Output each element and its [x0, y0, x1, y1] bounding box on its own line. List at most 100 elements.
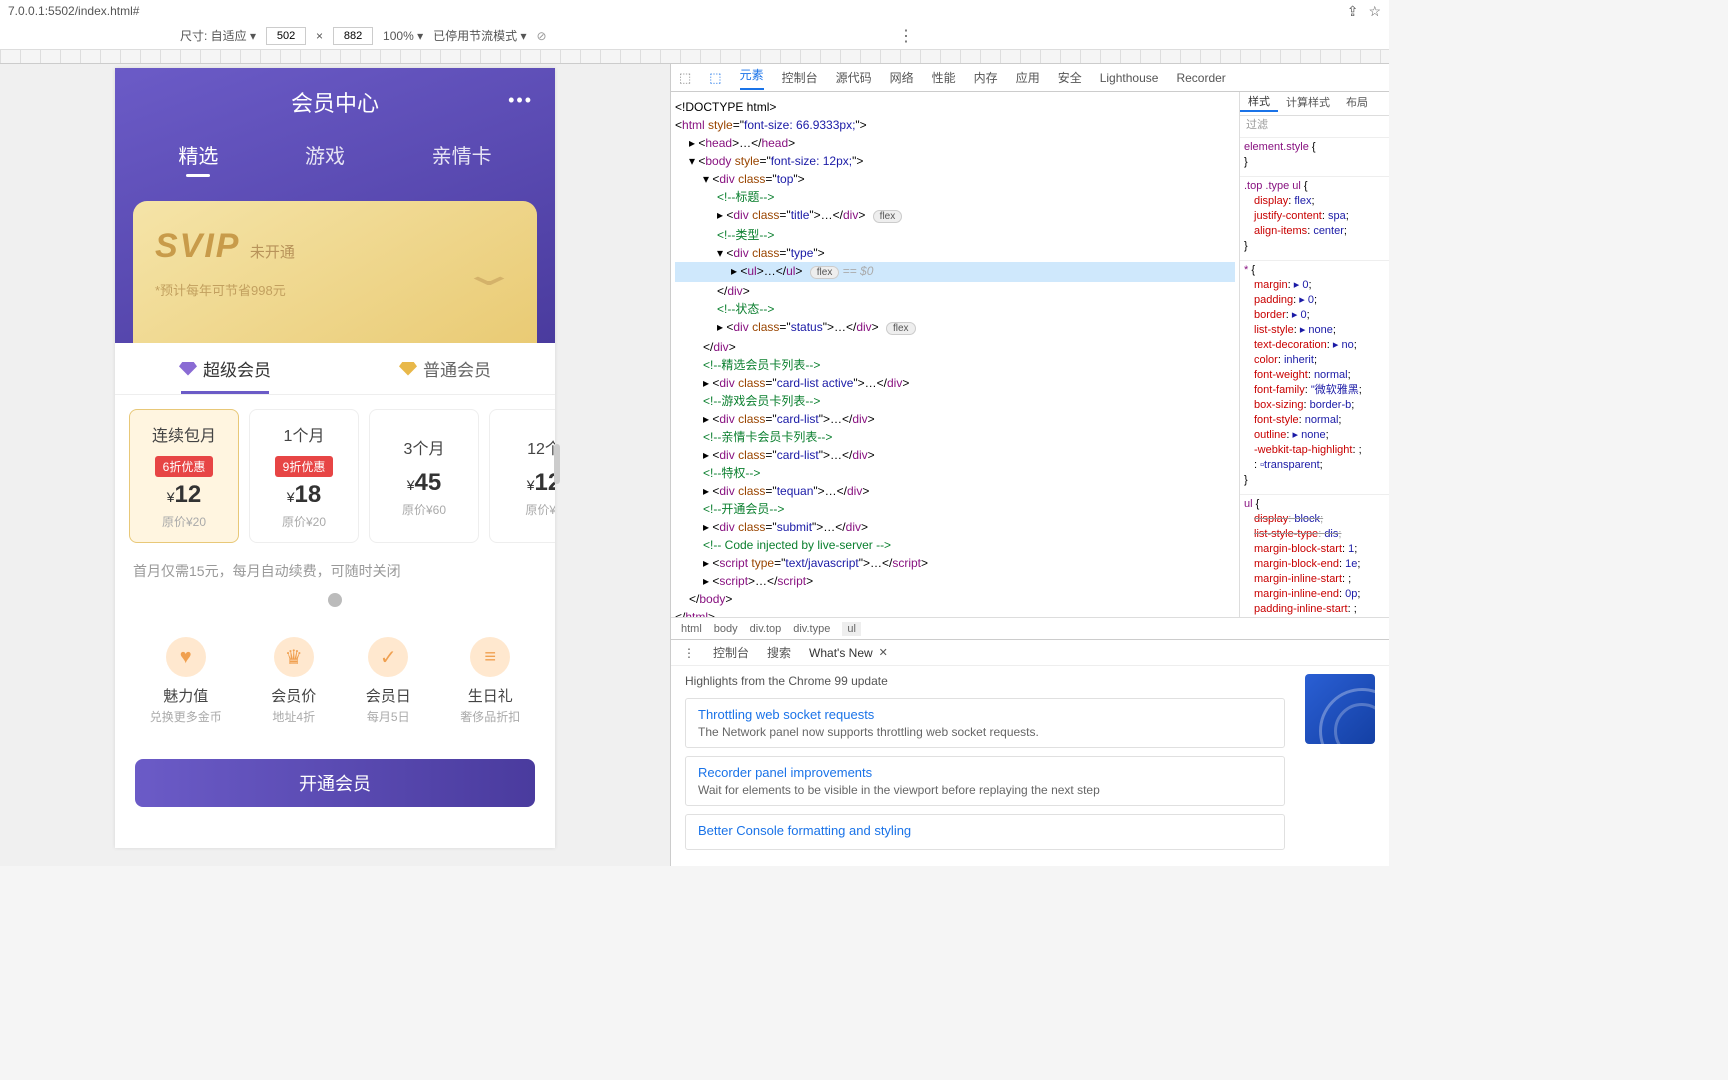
- more-icon[interactable]: •••: [508, 90, 533, 111]
- star-icon[interactable]: ☆: [1368, 3, 1381, 20]
- page-title: 会员中心 •••: [115, 86, 555, 118]
- tab-super[interactable]: 超级会员: [115, 343, 335, 394]
- filter-input[interactable]: 过滤: [1240, 116, 1389, 138]
- no-throttle-icon[interactable]: ⊘: [536, 29, 546, 43]
- perk-sub: 兑换更多金币: [150, 708, 222, 725]
- plan-card[interactable]: 1个月 9折优惠 ¥18 原价¥20: [249, 409, 359, 543]
- breadcrumb-item[interactable]: body: [714, 623, 738, 635]
- size-label[interactable]: 尺寸: 自适应 ▾: [180, 27, 256, 44]
- rendered-page: 会员中心 ••• 精选 游戏 亲情卡 SVIP 未开通 *预计每年可节省998元…: [115, 68, 555, 848]
- news-title: Recorder panel improvements: [698, 765, 1272, 780]
- devtools-panel: ⬚ ⬚ 元素 控制台 源代码 网络 性能 内存 应用 安全 Lighthouse…: [670, 64, 1389, 866]
- perk-title: 会员日: [366, 685, 411, 706]
- device-icon[interactable]: ⬚: [709, 70, 721, 86]
- inspect-icon[interactable]: ⬚: [679, 70, 691, 86]
- news-item[interactable]: Recorder panel improvementsWait for elem…: [685, 756, 1285, 806]
- tab-recorder[interactable]: Recorder: [1176, 71, 1225, 85]
- plan-original: 原价¥60: [402, 501, 446, 518]
- pager-dot: [328, 593, 342, 607]
- kebab-icon[interactable]: ⋮: [898, 26, 914, 46]
- perk-item[interactable]: ✓ 会员日 每月5日: [366, 637, 411, 725]
- diamond-icon: [399, 362, 417, 376]
- height-input[interactable]: [333, 27, 373, 45]
- news-item[interactable]: Throttling web socket requestsThe Networ…: [685, 698, 1285, 748]
- styles-tabs: 样式 计算样式 布局: [1240, 92, 1389, 116]
- plan-original: 原价¥2: [525, 501, 555, 518]
- dom-tree[interactable]: <!DOCTYPE html><html style="font-size: 6…: [671, 92, 1239, 617]
- tab-sources[interactable]: 源代码: [836, 69, 872, 86]
- plan-price: ¥18: [287, 481, 322, 509]
- drawer-kebab-icon[interactable]: ⋮: [683, 646, 695, 660]
- drawer: ⋮ 控制台 搜索 What's New ✕ Highlights from th…: [671, 639, 1389, 866]
- plan-card[interactable]: 12个 ¥12 原价¥2: [489, 409, 555, 543]
- perk-title: 魅力值: [150, 685, 222, 706]
- plan-name: 3个月: [404, 435, 445, 459]
- tab-network[interactable]: 网络: [890, 69, 914, 86]
- address-bar[interactable]: 7.0.0.1:5502/index.html# ⇪ ☆: [0, 0, 1389, 22]
- diamond-icon: [179, 362, 197, 376]
- tab-memory[interactable]: 内存: [974, 69, 998, 86]
- browser-actions: ⇪ ☆: [1347, 3, 1381, 20]
- svip-card[interactable]: SVIP 未开通 *预计每年可节省998元 ⌄: [133, 201, 537, 343]
- news-title: Better Console formatting and styling: [698, 823, 1272, 838]
- drawer-tab-search[interactable]: 搜索: [767, 644, 791, 661]
- perk-sub: 奢侈品折扣: [460, 708, 520, 725]
- perks-row: ♥ 魅力值 兑换更多金币 ♛ 会员价 地址4折 ✓ 会员日 每月5日 ≡ 生日礼 奢侈…: [115, 607, 555, 745]
- width-input[interactable]: [266, 27, 306, 45]
- zoom-select[interactable]: 100% ▾: [383, 29, 423, 43]
- tab-layout[interactable]: 布局: [1338, 96, 1376, 111]
- tab-styles[interactable]: 样式: [1240, 95, 1278, 112]
- breadcrumb-item[interactable]: div.type: [793, 623, 830, 635]
- tab-console[interactable]: 控制台: [782, 69, 818, 86]
- submit-button[interactable]: 开通会员: [135, 759, 535, 807]
- drawer-tab-console[interactable]: 控制台: [713, 644, 749, 661]
- styles-pane[interactable]: 样式 计算样式 布局 过滤 element.style {}.top .type…: [1239, 92, 1389, 617]
- plan-name: 连续包月: [152, 422, 216, 446]
- drawer-tabs: ⋮ 控制台 搜索 What's New ✕: [671, 640, 1389, 666]
- news-item[interactable]: Better Console formatting and styling: [685, 814, 1285, 850]
- plan-card[interactable]: 连续包月 6折优惠 ¥12 原价¥20: [129, 409, 239, 543]
- tab-app[interactable]: 应用: [1016, 69, 1040, 86]
- breadcrumb-item[interactable]: html: [681, 623, 702, 635]
- perk-item[interactable]: ♥ 魅力值 兑换更多金币: [150, 637, 222, 725]
- plan-note: 首月仅需15元，每月自动续费，可随时关闭: [115, 549, 555, 593]
- plan-name: 1个月: [284, 422, 325, 446]
- tab-featured[interactable]: 精选: [178, 140, 218, 177]
- plan-card[interactable]: 3个月 ¥45 原价¥60: [369, 409, 479, 543]
- perk-item[interactable]: ♛ 会员价 地址4折: [271, 637, 316, 725]
- highlights-title: Highlights from the Chrome 99 update: [685, 674, 1285, 688]
- perk-item[interactable]: ≡ 生日礼 奢侈品折扣: [460, 637, 520, 725]
- member-type-tabs: 超级会员 普通会员: [115, 343, 555, 395]
- news-title: Throttling web socket requests: [698, 707, 1272, 722]
- discount-badge: 9折优惠: [275, 456, 334, 477]
- plan-list[interactable]: 连续包月 6折优惠 ¥12 原价¥201个月 9折优惠 ¥18 原价¥203个月…: [115, 395, 555, 549]
- chevron-down-icon: ⌄: [459, 254, 519, 293]
- plan-price: ¥12: [527, 469, 555, 497]
- svip-logo: SVIP: [155, 227, 240, 265]
- breadcrumb-item[interactable]: div.top: [750, 623, 782, 635]
- tab-family[interactable]: 亲情卡: [432, 140, 492, 177]
- tab-game[interactable]: 游戏: [305, 140, 345, 177]
- breadcrumb-item[interactable]: ul: [842, 622, 861, 636]
- tab-security[interactable]: 安全: [1058, 69, 1082, 86]
- close-icon[interactable]: ✕: [879, 646, 888, 659]
- tab-lighthouse[interactable]: Lighthouse: [1100, 71, 1159, 85]
- devtools-tabs: ⬚ ⬚ 元素 控制台 源代码 网络 性能 内存 应用 安全 Lighthouse…: [671, 64, 1389, 92]
- perk-sub: 每月5日: [366, 708, 411, 725]
- plan-price: ¥12: [167, 481, 202, 509]
- category-tabs: 精选 游戏 亲情卡: [115, 140, 555, 177]
- tab-normal[interactable]: 普通会员: [335, 343, 555, 394]
- tab-perf[interactable]: 性能: [932, 69, 956, 86]
- discount-badge: 6折优惠: [155, 456, 214, 477]
- throttle-select[interactable]: 已停用节流模式 ▾: [433, 27, 526, 44]
- tab-elements[interactable]: 元素: [740, 66, 764, 90]
- device-toolbar: 尺寸: 自适应 ▾ × 100% ▾ 已停用节流模式 ▾ ⊘ ⋮: [0, 22, 1389, 50]
- ruler: [0, 50, 1389, 64]
- breadcrumb[interactable]: html body div.top div.type ul: [671, 617, 1389, 639]
- perk-title: 生日礼: [460, 685, 520, 706]
- drawer-tab-whatsnew[interactable]: What's New: [809, 646, 873, 660]
- tab-computed[interactable]: 计算样式: [1278, 96, 1338, 111]
- share-icon[interactable]: ⇪: [1347, 3, 1359, 20]
- scrollbar[interactable]: [554, 444, 560, 484]
- svip-state: 未开通: [250, 244, 295, 261]
